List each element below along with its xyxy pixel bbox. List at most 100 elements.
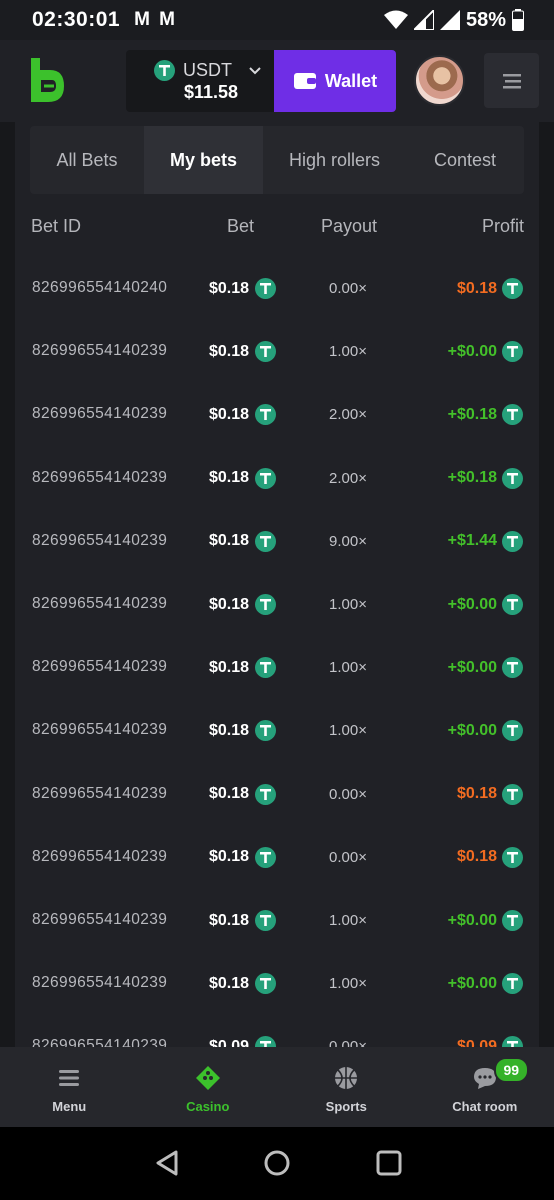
profit-value: $0.18 xyxy=(456,279,497,297)
bet-amount: $0.18 xyxy=(209,530,277,552)
profit-value: +$0.00 xyxy=(447,911,497,929)
bet-amount-value: $0.18 xyxy=(209,658,250,676)
recents-icon[interactable] xyxy=(376,1149,402,1177)
table-row[interactable]: 826996554140239 $0.18 0.00× $0.18 xyxy=(15,839,539,879)
bet-id: 826996554140239 xyxy=(32,1037,168,1047)
side-menu-button[interactable] xyxy=(484,53,539,108)
payout-multiplier: 1.00× xyxy=(329,722,367,740)
profit-amount: $0.09 xyxy=(457,1036,523,1047)
nav-sports-label: Sports xyxy=(325,1099,367,1114)
nav-casino[interactable]: Casino xyxy=(139,1047,278,1127)
tether-icon xyxy=(255,530,277,552)
profit-value: +$0.18 xyxy=(447,469,497,487)
battery-percent: 58% xyxy=(465,8,506,31)
payout-multiplier: 2.00× xyxy=(329,406,367,424)
bets-panel: All Bets My bets High rollers Contest Be… xyxy=(15,122,539,1047)
wallet-icon xyxy=(293,73,316,89)
tether-icon xyxy=(502,657,523,679)
bet-id: 826996554140239 xyxy=(32,595,168,612)
profit-amount: $0.18 xyxy=(457,846,523,868)
table-row[interactable]: 826996554140239 $0.18 1.00× +$0.00 xyxy=(15,902,539,942)
tether-icon xyxy=(502,530,523,552)
profit-value: $0.09 xyxy=(456,1037,497,1047)
tether-icon xyxy=(502,404,523,426)
table-row[interactable]: 826996554140240 $0.18 0.00× $0.18 xyxy=(15,270,539,310)
bet-amount-value: $0.09 xyxy=(209,1037,250,1047)
nav-menu-label: Menu xyxy=(52,1099,87,1114)
table-row[interactable]: 826996554140239 $0.18 1.00× +$0.00 xyxy=(15,333,539,373)
bet-id: 826996554140239 xyxy=(32,721,168,739)
bet-amount: $0.18 xyxy=(209,973,277,995)
payout-multiplier: 1.00× xyxy=(329,912,367,929)
col-bet-id: Bet ID xyxy=(31,216,82,236)
table-row[interactable]: 826996554140239 $0.09 0.00× $0.09 xyxy=(15,1028,539,1047)
table-row[interactable]: 826996554140239 $0.18 2.00× +$0.18 xyxy=(15,396,539,436)
tether-icon xyxy=(502,467,523,489)
bet-amount-value: $0.18 xyxy=(209,974,250,992)
menu-icon xyxy=(59,1070,80,1086)
bet-amount-value: $0.18 xyxy=(209,911,250,929)
bet-amount-value: $0.18 xyxy=(209,279,250,297)
tether-icon xyxy=(255,910,277,931)
user-avatar[interactable] xyxy=(414,55,465,106)
tab-all-bets[interactable]: All Bets xyxy=(30,126,144,194)
bet-id: 826996554140239 xyxy=(32,531,168,549)
bet-id: 826996554140239 xyxy=(32,468,168,486)
table-row[interactable]: 826996554140239 $0.18 2.00× +$0.18 xyxy=(15,460,539,500)
bet-id: 826996554140239 xyxy=(32,342,168,360)
profit-amount: $0.18 xyxy=(457,783,523,805)
tab-contest[interactable]: Contest xyxy=(406,126,524,194)
bet-amount: $0.18 xyxy=(209,467,277,489)
nav-sports[interactable]: Sports xyxy=(277,1047,416,1127)
wallet-button[interactable]: Wallet xyxy=(274,50,396,112)
tether-icon xyxy=(255,720,277,742)
nav-chat-room[interactable]: Chat room 99 xyxy=(416,1047,554,1127)
bet-id: 826996554140240 xyxy=(32,279,168,296)
bottom-nav: Menu Casino Sports Chat room 99 xyxy=(0,1047,554,1127)
tether-icon xyxy=(255,783,277,805)
col-bet: Bet xyxy=(227,216,255,236)
profit-amount: +$0.00 xyxy=(448,341,523,363)
android-nav-bar xyxy=(0,1127,554,1200)
payout-multiplier: 0.00× xyxy=(329,1038,367,1047)
nav-menu[interactable]: Menu xyxy=(0,1047,139,1127)
profit-value: +$0.00 xyxy=(447,721,497,739)
bet-amount: $0.18 xyxy=(209,341,277,363)
payout-multiplier: 0.00× xyxy=(329,848,367,866)
back-icon[interactable] xyxy=(154,1149,180,1177)
profit-value: +$0.00 xyxy=(447,974,497,992)
table-row[interactable]: 826996554140239 $0.18 1.00× +$0.00 xyxy=(15,649,539,689)
tether-icon xyxy=(502,846,523,868)
nav-casino-label: Casino xyxy=(186,1099,230,1114)
bet-amount: $0.09 xyxy=(209,1036,277,1047)
bcgame-logo[interactable] xyxy=(28,58,66,104)
payout-multiplier: 2.00× xyxy=(329,469,367,487)
bet-amount-value: $0.18 xyxy=(209,721,250,739)
bet-id: 826996554140239 xyxy=(32,405,168,423)
home-icon[interactable] xyxy=(263,1149,291,1177)
profit-value: +$0.18 xyxy=(447,405,497,423)
table-row[interactable]: 826996554140239 $0.18 1.00× +$0.00 xyxy=(15,712,539,752)
tab-my-bets[interactable]: My bets xyxy=(144,126,263,194)
menu-lines-icon xyxy=(502,73,521,88)
table-row[interactable]: 826996554140239 $0.18 1.00× +$0.00 xyxy=(15,965,539,1005)
bet-amount: $0.18 xyxy=(209,657,277,679)
bet-amount: $0.18 xyxy=(209,404,277,426)
tether-icon xyxy=(154,60,175,81)
table-header: Bet ID Bet Payout Profit xyxy=(15,212,539,242)
bet-amount: $0.18 xyxy=(209,278,277,299)
table-row[interactable]: 826996554140239 $0.18 0.00× $0.18 xyxy=(15,776,539,816)
tether-icon xyxy=(255,594,277,615)
tab-high-rollers[interactable]: High rollers xyxy=(263,126,406,194)
payout-multiplier: 1.00× xyxy=(329,659,367,677)
table-row[interactable]: 826996554140239 $0.18 1.00× +$0.00 xyxy=(15,586,539,626)
tether-icon xyxy=(255,467,277,489)
bet-amount-value: $0.18 xyxy=(209,848,250,866)
wifi-icon xyxy=(383,10,408,29)
bet-amount-value: $0.18 xyxy=(209,405,250,423)
currency-selector[interactable]: USDT $11.58 xyxy=(126,50,276,112)
table-row[interactable]: 826996554140239 $0.18 9.00× +$1.44 xyxy=(15,523,539,563)
profit-amount: +$0.18 xyxy=(447,467,523,489)
profit-value: +$1.44 xyxy=(447,532,497,550)
currency-code: USDT xyxy=(183,60,232,80)
